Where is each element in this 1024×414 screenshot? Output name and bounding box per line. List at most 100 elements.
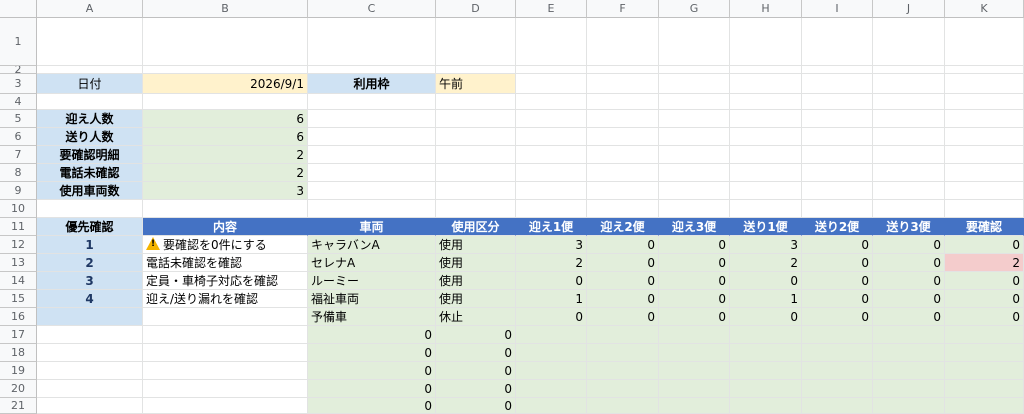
table-header[interactable]: 車両	[308, 218, 436, 236]
cell-h17[interactable]	[730, 326, 802, 344]
cell-f2[interactable]	[587, 66, 659, 74]
row-header-4[interactable]: 4	[0, 94, 37, 110]
cell-d7[interactable]	[436, 146, 516, 164]
trip-count[interactable]: 0	[587, 272, 659, 290]
column-header-k[interactable]: K	[945, 0, 1024, 18]
column-header-a[interactable]: A	[37, 0, 143, 18]
row-header-18[interactable]: 18	[0, 344, 37, 362]
priority-text[interactable]: 定員・車椅子対応を確認	[143, 272, 308, 290]
cell-h5[interactable]	[730, 110, 802, 128]
cell-h18[interactable]	[730, 344, 802, 362]
trip-count[interactable]: 0	[945, 236, 1024, 254]
cell-i10[interactable]	[802, 200, 873, 218]
trip-count[interactable]: 0	[802, 236, 873, 254]
extra-value[interactable]: 0	[436, 398, 516, 414]
cell-d9[interactable]	[436, 182, 516, 200]
cell-a18[interactable]	[37, 344, 143, 362]
table-header[interactable]: 迎え2便	[587, 218, 659, 236]
cell-j20[interactable]	[873, 380, 945, 398]
row-header-15[interactable]: 15	[0, 290, 37, 308]
cell-j9[interactable]	[873, 182, 945, 200]
table-header[interactable]: 内容	[143, 218, 308, 236]
trip-count[interactable]: 0	[802, 308, 873, 326]
extra-value[interactable]: 0	[308, 344, 436, 362]
trip-count[interactable]: 0	[945, 308, 1024, 326]
column-header-b[interactable]: B	[143, 0, 308, 18]
cell-g5[interactable]	[659, 110, 730, 128]
cell-k18[interactable]	[945, 344, 1024, 362]
trip-count[interactable]: 0	[659, 272, 730, 290]
cell-k4[interactable]	[945, 94, 1024, 110]
cell-k7[interactable]	[945, 146, 1024, 164]
cell-c4[interactable]	[308, 94, 436, 110]
trip-count[interactable]: 0	[659, 254, 730, 272]
cell-k8[interactable]	[945, 164, 1024, 182]
cell-j19[interactable]	[873, 362, 945, 380]
trip-count[interactable]: 0	[587, 236, 659, 254]
cell-i7[interactable]	[802, 146, 873, 164]
trip-count[interactable]: 0	[945, 272, 1024, 290]
cell-c10[interactable]	[308, 200, 436, 218]
summary-value[interactable]: 3	[143, 182, 308, 200]
cell-i19[interactable]	[802, 362, 873, 380]
cell-b1[interactable]	[143, 18, 308, 66]
cell-g3[interactable]	[659, 74, 730, 94]
cell-j18[interactable]	[873, 344, 945, 362]
trip-count[interactable]: 0	[873, 254, 945, 272]
vehicle-status[interactable]: 使用	[436, 290, 516, 308]
cell-f6[interactable]	[587, 128, 659, 146]
table-header[interactable]: 迎え3便	[659, 218, 730, 236]
cell-e10[interactable]	[516, 200, 587, 218]
cell-f7[interactable]	[587, 146, 659, 164]
extra-value[interactable]: 0	[436, 326, 516, 344]
priority-number[interactable]: 1	[37, 236, 143, 254]
table-header-priority[interactable]: 優先確認	[37, 218, 143, 236]
vehicle-name[interactable]: セレナA	[308, 254, 436, 272]
cell-d8[interactable]	[436, 164, 516, 182]
column-header-i[interactable]: I	[802, 0, 873, 18]
slot-label[interactable]: 利用枠	[308, 74, 436, 94]
trip-count[interactable]: 0	[659, 290, 730, 308]
cell-g18[interactable]	[659, 344, 730, 362]
cell-e1[interactable]	[516, 18, 587, 66]
extra-value[interactable]: 0	[308, 326, 436, 344]
cell-b10[interactable]	[143, 200, 308, 218]
cell-j8[interactable]	[873, 164, 945, 182]
row-header-20[interactable]: 20	[0, 380, 37, 398]
column-header-h[interactable]: H	[730, 0, 802, 18]
cell-e3[interactable]	[516, 74, 587, 94]
vehicle-status[interactable]: 使用	[436, 272, 516, 290]
cell-f3[interactable]	[587, 74, 659, 94]
row-header-2[interactable]: 2	[0, 66, 37, 74]
cell-h6[interactable]	[730, 128, 802, 146]
table-header[interactable]: 要確認	[945, 218, 1024, 236]
select-all-corner[interactable]	[0, 0, 37, 18]
summary-label[interactable]: 電話未確認	[37, 164, 143, 182]
cell-j2[interactable]	[873, 66, 945, 74]
summary-label[interactable]: 迎え人数	[37, 110, 143, 128]
row-header-10[interactable]: 10	[0, 200, 37, 218]
cell-g9[interactable]	[659, 182, 730, 200]
cell-f1[interactable]	[587, 18, 659, 66]
row-header-1[interactable]: 1	[0, 18, 37, 66]
cell-a21[interactable]	[37, 398, 143, 414]
cell-a17[interactable]	[37, 326, 143, 344]
cell-k2[interactable]	[945, 66, 1024, 74]
trip-count[interactable]: 0	[873, 290, 945, 308]
cell-j10[interactable]	[873, 200, 945, 218]
cell-e9[interactable]	[516, 182, 587, 200]
cell-h1[interactable]	[730, 18, 802, 66]
cell-h2[interactable]	[730, 66, 802, 74]
extra-value[interactable]: 0	[436, 344, 516, 362]
cell-h10[interactable]	[730, 200, 802, 218]
cell-e5[interactable]	[516, 110, 587, 128]
cell-c9[interactable]	[308, 182, 436, 200]
cell-g4[interactable]	[659, 94, 730, 110]
trip-count[interactable]: 2	[516, 254, 587, 272]
cell-c2[interactable]	[308, 66, 436, 74]
trip-count[interactable]: 0	[587, 290, 659, 308]
cell-k17[interactable]	[945, 326, 1024, 344]
cell-f8[interactable]	[587, 164, 659, 182]
trip-count[interactable]: 0	[587, 308, 659, 326]
cell-e7[interactable]	[516, 146, 587, 164]
